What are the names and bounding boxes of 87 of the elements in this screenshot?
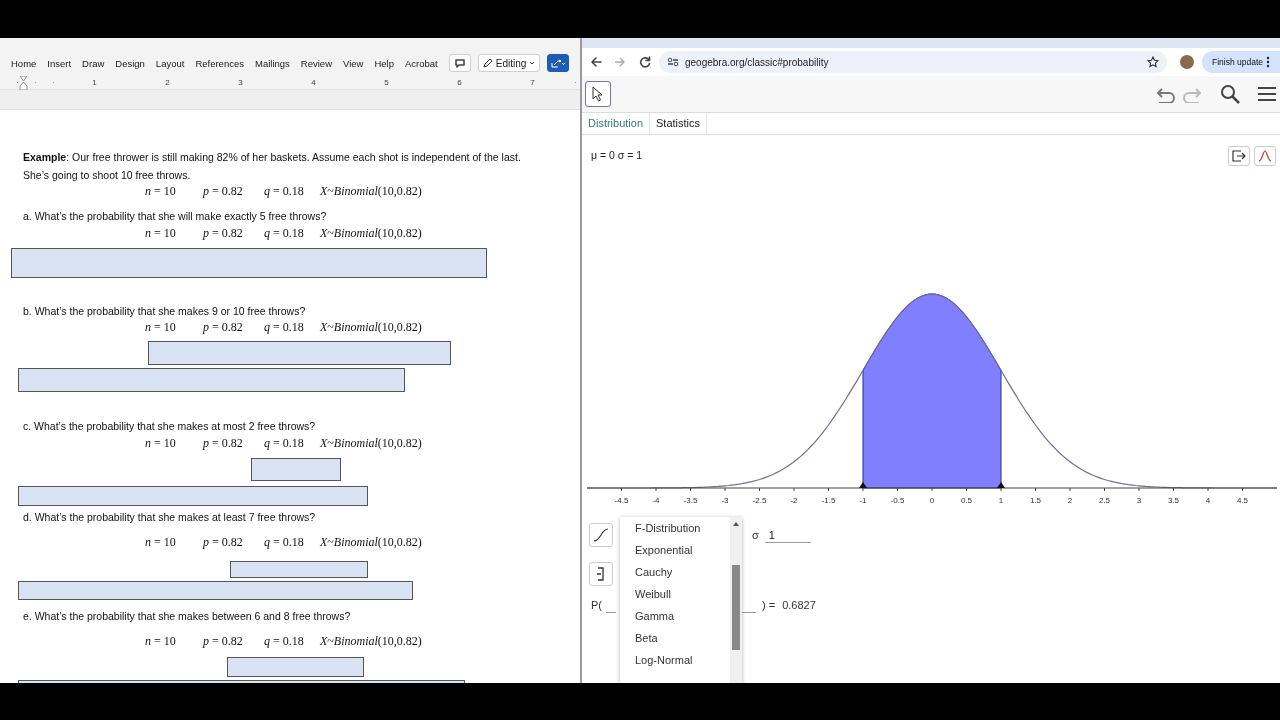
ribbon-tab[interactable]: Review <box>300 57 332 69</box>
axis-tick-label: -4.5 <box>614 496 629 505</box>
app-tab[interactable]: Distribution <box>582 113 651 134</box>
ribbon-tab[interactable]: View <box>343 57 364 69</box>
ruler-number: 3 <box>236 78 245 87</box>
formula-term: p = 0.82 <box>203 319 244 335</box>
formula-term: p = 0.82 <box>203 633 244 649</box>
example-text: She’s going to shoot 10 free throws. <box>23 168 192 183</box>
probability-prefix: P( <box>591 599 602 611</box>
dropdown-option[interactable]: Gamma <box>620 605 730 627</box>
axis-tick-label: -3 <box>721 496 729 505</box>
formula-term: q = 0.18 <box>264 534 305 550</box>
axis-tick-label: 0 <box>929 496 935 505</box>
probability-value: 0.6827 <box>782 599 816 611</box>
formula-term: n = 10 <box>145 435 177 451</box>
axis-tick-label: -0.5 <box>890 496 905 505</box>
address-bar[interactable]: geogebra.org/classic#probability <box>659 51 1167 73</box>
formula-term: q = 0.18 <box>264 633 305 649</box>
ruler-number: 4 <box>309 78 318 87</box>
ruler-number: 1 <box>90 78 99 87</box>
formula-term: p = 0.82 <box>203 435 244 451</box>
axis-tick-label: 4 <box>1205 496 1211 505</box>
axis-tick-label: 0.5 <box>960 496 973 505</box>
ribbon-tab[interactable]: Design <box>115 57 145 69</box>
formula-term: p = 0.82 <box>203 183 244 199</box>
ruler-number: 5 <box>382 78 391 87</box>
url-text: geogebra.org/classic#probability <box>685 56 830 68</box>
formula-term: X~Binomial(10,0.82) <box>320 534 422 550</box>
probability-suffix: ) = <box>762 599 776 611</box>
editing-button[interactable]: Editing <box>477 54 541 72</box>
ribbon-tab[interactable]: Layout <box>155 57 185 69</box>
sigma-label: σ <box>752 529 759 541</box>
formula-term: q = 0.18 <box>264 183 305 199</box>
axis-tick-label: 3.5 <box>1167 496 1180 505</box>
ribbon-tab[interactable]: Draw <box>82 57 105 69</box>
question-text: d. What’s the probability that she makes at least 7 free throws? <box>23 510 317 525</box>
ribbon-tab[interactable]: Mailings <box>255 57 290 69</box>
formula-term: n = 10 <box>145 183 177 199</box>
parameters-readout: μ = 0 σ = 1 <box>591 149 643 161</box>
question-text: e. What’s the probability that she makes between 6 and 8 free throws? <box>23 609 352 624</box>
formula-term: X~Binomial(10,0.82) <box>320 225 422 241</box>
ribbon-tab[interactable]: Home <box>11 57 37 69</box>
axis-tick-label: 2.5 <box>1098 496 1111 505</box>
dropdown-option[interactable]: Cauchy <box>620 561 730 583</box>
app-tab[interactable]: Statistics <box>650 113 708 134</box>
dropdown-option[interactable]: Log-Normal <box>620 649 730 671</box>
axis-tick-label: -2.5 <box>752 496 767 505</box>
axis-tick-label: 1 <box>998 496 1004 505</box>
axis-tick-label: -1.5 <box>821 496 836 505</box>
ribbon-tab[interactable]: Acrobat <box>404 57 438 69</box>
formula-term: X~Binomial(10,0.82) <box>320 183 422 199</box>
formula-term: n = 10 <box>145 534 177 550</box>
ribbon-tab[interactable]: References <box>195 57 244 69</box>
axis-tick-label: -4 <box>652 496 660 505</box>
example-text: Example: Our free thrower is still making 82% of her baskets. Assume each shot is independent of the last. <box>23 150 522 165</box>
formula-term: q = 0.18 <box>264 435 305 451</box>
formula-term: p = 0.82 <box>203 225 244 241</box>
dropdown-option[interactable]: Exponential <box>620 539 730 561</box>
dropdown-option[interactable]: Weibull <box>620 583 730 605</box>
question-text: c. What’s the probability that she makes at most 2 free throws? <box>23 419 317 434</box>
axis-tick-label: -1 <box>859 496 867 505</box>
update-button[interactable]: Finish update <box>1202 51 1280 73</box>
ruler-number: 7 <box>528 78 537 87</box>
axis-tick-label: 2 <box>1067 496 1073 505</box>
sigma-field[interactable]: 1 <box>764 527 811 543</box>
question-text: a. What’s the probability that she will make exactly 5 free throws? <box>23 209 328 224</box>
formula-term: q = 0.18 <box>264 319 305 335</box>
formula-term: n = 10 <box>145 633 177 649</box>
axis-tick-label: -3.5 <box>683 496 698 505</box>
ruler-number: 2 <box>163 78 172 87</box>
dropdown-option[interactable]: F-Distribution <box>620 517 730 539</box>
formula-term: n = 10 <box>145 225 177 241</box>
axis-tick-label: 3 <box>1136 496 1142 505</box>
axis-tick-label: 4.5 <box>1236 496 1249 505</box>
ribbon-tab[interactable]: Help <box>374 57 394 69</box>
dropdown-option[interactable]: Beta <box>620 627 730 649</box>
formula-term: X~Binomial(10,0.82) <box>320 435 422 451</box>
axis-tick-label: -2 <box>790 496 798 505</box>
formula-term: X~Binomial(10,0.82) <box>320 319 422 335</box>
ribbon-tab[interactable]: Insert <box>47 57 72 69</box>
formula-term: p = 0.82 <box>203 534 244 550</box>
question-text: b. What’s the probability that she makes 9 or 10 free throws? <box>23 304 307 319</box>
axis-tick-label: 1.5 <box>1029 496 1042 505</box>
ruler-number: 6 <box>455 78 464 87</box>
formula-term: q = 0.18 <box>264 225 305 241</box>
formula-term: n = 10 <box>145 319 177 335</box>
formula-term: X~Binomial(10,0.82) <box>320 633 422 649</box>
